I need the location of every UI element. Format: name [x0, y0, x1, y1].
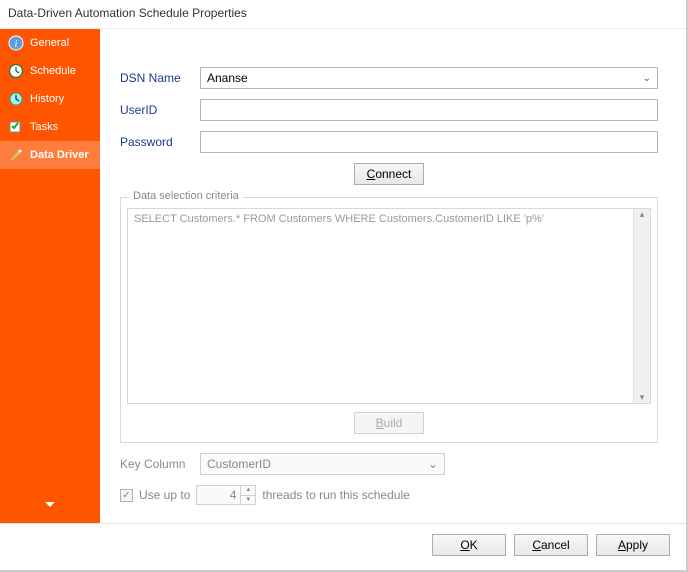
- connect-button[interactable]: Connect: [354, 163, 425, 185]
- criteria-fieldset: Data selection criteria SELECT Customers…: [120, 197, 658, 443]
- key-column-value: CustomerID: [207, 457, 271, 471]
- dsn-select[interactable]: Ananse ⌄: [200, 67, 658, 89]
- threads-row: ✓ Use up to 4 ▲ ▼ threads to run this sc…: [120, 485, 658, 505]
- window-title: Data-Driven Automation Schedule Properti…: [0, 0, 686, 29]
- chevron-down-icon: ⌄: [428, 457, 438, 471]
- spinner-up-icon[interactable]: ▲: [241, 486, 255, 496]
- sidebar-item-general[interactable]: i General: [0, 29, 100, 57]
- sql-textarea[interactable]: SELECT Customers.* FROM Customers WHERE …: [127, 208, 651, 404]
- data-driver-icon: [8, 147, 24, 163]
- sidebar-item-label: Schedule: [30, 65, 76, 77]
- dialog-footer: OK Cancel Apply: [0, 523, 686, 566]
- build-button: Build: [354, 412, 424, 434]
- sidebar-item-label: History: [30, 93, 64, 105]
- apply-button[interactable]: Apply: [596, 534, 670, 556]
- password-label: Password: [120, 135, 200, 149]
- key-column-label: Key Column: [120, 457, 200, 471]
- sidebar-item-label: Tasks: [30, 121, 58, 133]
- scroll-up-icon: ▴: [640, 209, 645, 220]
- spinner-buttons[interactable]: ▲ ▼: [240, 486, 255, 504]
- info-icon: i: [8, 35, 24, 51]
- sidebar-item-history[interactable]: History: [0, 85, 100, 113]
- cancel-button[interactable]: Cancel: [514, 534, 588, 556]
- sidebar-item-label: Data Driver: [30, 149, 89, 161]
- sidebar-expand-arrow[interactable]: [0, 499, 100, 511]
- criteria-legend: Data selection criteria: [129, 190, 243, 202]
- svg-text:i: i: [15, 39, 18, 50]
- userid-input[interactable]: [200, 99, 658, 121]
- chevron-down-icon: ⌄: [643, 73, 651, 84]
- key-column-select[interactable]: CustomerID ⌄: [200, 453, 445, 475]
- dsn-value: Ananse: [207, 71, 248, 85]
- clock-icon: [8, 63, 24, 79]
- sidebar-item-label: General: [30, 37, 69, 49]
- main-panel: DSN Name Ananse ⌄ UserID Password Connec…: [100, 29, 686, 523]
- sidebar-item-tasks[interactable]: Tasks: [0, 113, 100, 141]
- tasks-icon: [8, 119, 24, 135]
- threads-suffix: threads to run this schedule: [262, 488, 409, 502]
- history-icon: [8, 91, 24, 107]
- sidebar-item-data-driver[interactable]: Data Driver: [0, 141, 100, 169]
- ok-button[interactable]: OK: [432, 534, 506, 556]
- scroll-down-icon: ▾: [640, 392, 645, 403]
- main-container: i General Schedule History Tasks: [0, 29, 686, 523]
- sidebar-item-schedule[interactable]: Schedule: [0, 57, 100, 85]
- dsn-label: DSN Name: [120, 71, 200, 85]
- spinner-down-icon[interactable]: ▼: [241, 496, 255, 505]
- sql-scrollbar[interactable]: ▴ ▾: [633, 209, 650, 403]
- threads-value: 4: [197, 488, 240, 502]
- sidebar: i General Schedule History Tasks: [0, 29, 100, 523]
- threads-checkbox[interactable]: ✓: [120, 489, 133, 502]
- threads-spinner[interactable]: 4 ▲ ▼: [196, 485, 256, 505]
- userid-label: UserID: [120, 103, 200, 117]
- threads-prefix: Use up to: [139, 488, 190, 502]
- password-input[interactable]: [200, 131, 658, 153]
